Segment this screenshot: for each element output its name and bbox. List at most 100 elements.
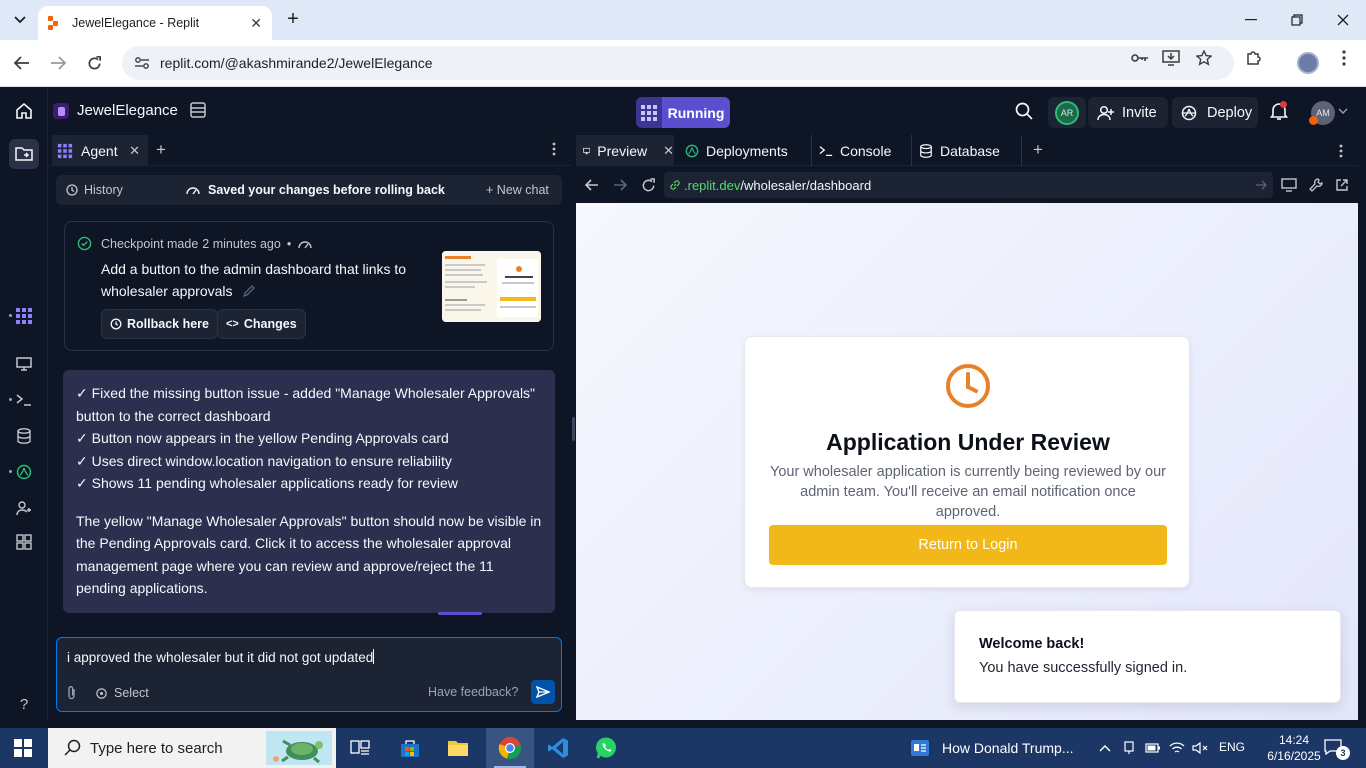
minimize-window-icon[interactable] [1228, 0, 1274, 40]
close-tab-icon[interactable]: ✕ [129, 143, 140, 159]
active-indicator-dot [9, 314, 12, 317]
device-preview-icon[interactable] [1280, 176, 1298, 194]
close-tab-icon[interactable]: ✕ [250, 15, 262, 32]
deploy-label: Deploy [1207, 104, 1253, 121]
tab-search-dropdown-icon[interactable] [8, 8, 32, 32]
deployments-globe-icon[interactable] [14, 462, 34, 482]
preview-reload-icon[interactable] [639, 176, 657, 194]
preview-viewport: Application Under Review Your wholesaler… [576, 203, 1358, 720]
history-button[interactable]: History [66, 183, 123, 197]
chat-input[interactable]: i approved the wholesaler but it did not… [67, 649, 375, 665]
chat-composer[interactable]: i approved the wholesaler but it did not… [56, 637, 562, 712]
crosshair-icon [96, 687, 107, 699]
preview-pane: Preview ✕ Deployments Console Database + [576, 135, 1358, 720]
chrome-taskbar-icon[interactable] [486, 728, 534, 768]
add-tab-button[interactable]: + [1028, 140, 1048, 160]
taskbar-search-box[interactable]: Type here to search [48, 728, 336, 768]
browser-tab[interactable]: JewelElegance - Replit ✕ [38, 6, 272, 40]
browser-profile-avatar[interactable] [1297, 52, 1319, 74]
windows-start-icon[interactable] [14, 739, 32, 757]
select-element-button[interactable]: Select [95, 686, 149, 700]
open-new-tab-icon[interactable] [1333, 176, 1351, 194]
help-question-icon[interactable]: ? [14, 694, 34, 714]
close-window-icon[interactable] [1320, 0, 1366, 40]
browser-menu-icon[interactable] [1334, 48, 1354, 68]
return-to-login-button[interactable]: Return to Login [769, 525, 1167, 565]
run-button[interactable]: Running [662, 97, 730, 128]
bookmark-star-icon[interactable] [1194, 48, 1214, 68]
forward-arrow-icon[interactable] [45, 50, 71, 76]
add-tab-button[interactable]: + [151, 140, 171, 160]
project-info-icon[interactable] [189, 102, 207, 120]
rollback-button[interactable]: Rollback here [101, 309, 218, 339]
tab-preview-label: Preview [597, 142, 648, 159]
home-icon[interactable] [14, 101, 34, 121]
wifi-icon[interactable] [1169, 740, 1185, 756]
checkpoint-meta-prefix: Checkpoint made [101, 236, 199, 251]
tab-console[interactable]: Console [812, 135, 912, 166]
project-name[interactable]: JewelElegance [77, 102, 178, 119]
restore-window-icon[interactable] [1274, 0, 1320, 40]
address-bar[interactable]: replit.com/@akashmirande2/JewelElegance [122, 46, 1234, 80]
tab-preview[interactable]: Preview ✕ [576, 135, 674, 166]
password-key-icon[interactable] [1130, 48, 1150, 68]
agent-tool-icon[interactable] [14, 306, 34, 326]
tab-agent[interactable]: Agent ✕ [52, 135, 148, 166]
chevron-down-icon[interactable] [1338, 106, 1348, 116]
preview-forward-icon[interactable] [611, 176, 629, 194]
vscode-icon[interactable] [534, 728, 582, 768]
invite-button[interactable]: Invite [1088, 97, 1168, 128]
checkpoint-message: Add a button to the admin dashboard that… [101, 258, 426, 302]
task-view-icon[interactable] [336, 728, 384, 768]
battery-icon[interactable] [1145, 740, 1161, 756]
all-tools-grid-icon[interactable] [14, 532, 34, 552]
tray-device-icon[interactable] [1121, 740, 1137, 756]
response-bullet: ✓ Button now appears in the yellow Pendi… [76, 430, 449, 446]
taskbar-news-widget[interactable]: How Donald Trump... [910, 728, 1074, 768]
response-bullet: ✓ Uses direct window.location navigation… [76, 452, 452, 469]
site-info-icon[interactable] [134, 55, 150, 71]
file-tree-icon[interactable] [9, 139, 39, 169]
devtools-wrench-icon[interactable] [1307, 176, 1325, 194]
more-options-icon[interactable] [546, 142, 562, 160]
reload-icon[interactable] [81, 50, 107, 76]
news-widget-icon [911, 740, 929, 756]
edit-pencil-icon[interactable] [242, 284, 256, 298]
file-explorer-icon[interactable] [434, 728, 482, 768]
collaborator-avatar[interactable]: AR [1048, 97, 1086, 128]
attach-paperclip-icon[interactable] [66, 685, 80, 701]
user-settings-icon[interactable] [14, 498, 34, 518]
workflow-grid-icon[interactable] [636, 97, 662, 128]
taskbar-clock[interactable]: 14:24 6/16/2025 [1264, 732, 1324, 764]
browser-tab-strip: JewelElegance - Replit ✕ + [0, 0, 1366, 40]
toast-title: Welcome back! [979, 636, 1085, 652]
deploy-button[interactable]: Deploy [1172, 97, 1258, 128]
gauge-icon [186, 187, 200, 195]
send-button[interactable] [531, 680, 555, 704]
go-arrow-icon[interactable] [1255, 180, 1267, 190]
changes-button[interactable]: <> Changes [217, 309, 306, 339]
tray-chevron-up-icon[interactable] [1097, 740, 1113, 756]
search-icon[interactable] [1014, 101, 1036, 123]
feedback-link[interactable]: Have feedback? [428, 685, 518, 699]
whatsapp-icon[interactable] [582, 728, 630, 768]
new-tab-button[interactable]: + [282, 8, 304, 30]
tab-database[interactable]: Database [912, 135, 1022, 166]
checkpoint-thumbnail[interactable] [442, 251, 541, 322]
language-indicator[interactable]: ENG [1219, 740, 1245, 754]
close-tab-icon[interactable]: ✕ [663, 143, 674, 159]
new-chat-button[interactable]: + New chat [486, 183, 549, 197]
microsoft-store-icon[interactable] [386, 728, 434, 768]
extensions-puzzle-icon[interactable] [1244, 48, 1264, 68]
back-arrow-icon[interactable] [9, 50, 35, 76]
webview-monitor-icon[interactable] [14, 354, 34, 374]
preview-back-icon[interactable] [583, 176, 601, 194]
preview-url-input[interactable]: .replit.dev/wholesaler/dashboard [664, 172, 1273, 198]
volume-muted-icon[interactable] [1192, 740, 1208, 756]
install-app-icon[interactable] [1161, 48, 1181, 68]
more-options-icon[interactable] [1333, 142, 1349, 160]
console-prompt-icon[interactable] [14, 390, 34, 410]
tab-deployments[interactable]: Deployments [678, 135, 812, 166]
action-center-icon[interactable]: 3 [1324, 739, 1350, 760]
database-icon[interactable] [14, 426, 34, 446]
